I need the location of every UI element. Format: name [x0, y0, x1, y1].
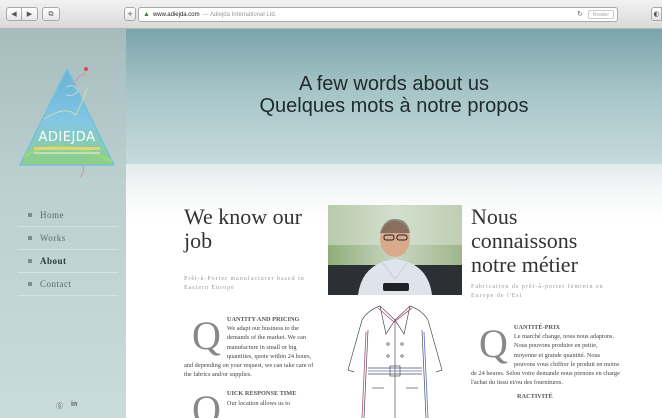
add-bookmark-button[interactable]: + — [124, 7, 136, 21]
nav-bullet-icon — [28, 282, 32, 286]
url-site-title: — Adiejda International Ltd. — [202, 11, 277, 18]
coat-sketch-illustration — [328, 300, 462, 418]
forward-arrow-icon: ▶ — [26, 10, 33, 18]
nav-item-label: About — [40, 256, 67, 266]
site-icon: ▲ — [143, 11, 150, 18]
page-title-fr: Quelques mots à notre propos — [259, 95, 529, 117]
url-text: www.adiejda.com — [152, 11, 200, 18]
forward-button[interactable]: ▶ — [22, 7, 38, 21]
nav-item-home[interactable]: Home — [18, 204, 118, 227]
back-button[interactable]: ◀ — [6, 7, 22, 21]
page-title-en: A few words about us — [298, 73, 490, 95]
english-column: We know our job Prêt-à-Porter manufactur… — [184, 205, 320, 418]
show-tabs-button[interactable]: ⧉ — [42, 7, 60, 21]
nav-bullet-icon — [28, 213, 32, 217]
reactivite-title: RACTIVITÉ — [517, 393, 553, 401]
english-heading: We know our job — [184, 204, 302, 253]
reader-button[interactable]: Reader — [587, 10, 614, 19]
nav-bullet-icon — [28, 236, 32, 240]
nav-item-label: Works — [40, 233, 66, 243]
browser-toolbar: ◀ ▶ ⧉ + ▲ www.adiejda.com — Adiejda Inte… — [0, 0, 662, 29]
english-subheading: Prêt-à-Porter manufacturer based in East… — [184, 276, 305, 291]
address-bar[interactable]: ▲ www.adiejda.com — Adiejda Internationa… — [138, 7, 618, 22]
nav-bullet-icon — [28, 259, 32, 263]
drop-cap: Q — [192, 313, 221, 358]
quick-response-body: Our location allows us to — [226, 399, 291, 407]
main-nav: Home Works About Contact — [18, 204, 118, 296]
linkedin-icon[interactable]: in — [71, 401, 77, 411]
nav-item-about[interactable]: About — [18, 250, 118, 273]
drop-cap: Q — [192, 387, 221, 418]
french-heading: Nous connaissons notre métier — [471, 204, 578, 277]
skype-icon[interactable]: Ⓢ — [56, 401, 63, 411]
back-arrow-icon: ◀ — [11, 10, 17, 18]
reactivite-block: RACTIVITÉ — [471, 393, 621, 400]
page-header-banner: A few words about us Quelques mots à not… — [126, 29, 662, 164]
quantite-prix-block: Q UANTITÉ-PRIX Le marché change, nous no… — [471, 323, 621, 387]
extension-button[interactable]: ◐ — [651, 7, 662, 21]
french-subheading: Fabrication de prêt-à-porter féminin en … — [471, 284, 604, 299]
nav-item-label: Home — [40, 210, 64, 220]
extension-icon: ◐ — [653, 10, 660, 18]
social-links: Ⓢ in — [56, 401, 77, 411]
adiejda-logo[interactable]: ADIEJDA — [16, 57, 118, 177]
nav-item-label: Contact — [40, 279, 72, 289]
svg-text:ADIEJDA: ADIEJDA — [39, 130, 96, 145]
quantity-pricing-block: Q UANTITY AND PRICING We adapt our busin… — [184, 315, 320, 379]
french-column: Nous connaissons notre métier Fabricatio… — [471, 204, 621, 401]
quick-response-block: Q UICK RESPONSE TIME Our location allows… — [184, 389, 320, 418]
tabs-icon: ⧉ — [48, 9, 54, 18]
drop-cap: Q — [479, 321, 508, 366]
sidebar: ADIEJDA Home Works About Contact Ⓢ in — [0, 29, 126, 418]
nav-item-works[interactable]: Works — [18, 227, 118, 250]
reload-icon[interactable]: ↻ — [577, 10, 583, 18]
founder-photo — [328, 205, 462, 295]
nav-item-contact[interactable]: Contact — [18, 273, 118, 296]
plus-icon: + — [127, 10, 133, 18]
